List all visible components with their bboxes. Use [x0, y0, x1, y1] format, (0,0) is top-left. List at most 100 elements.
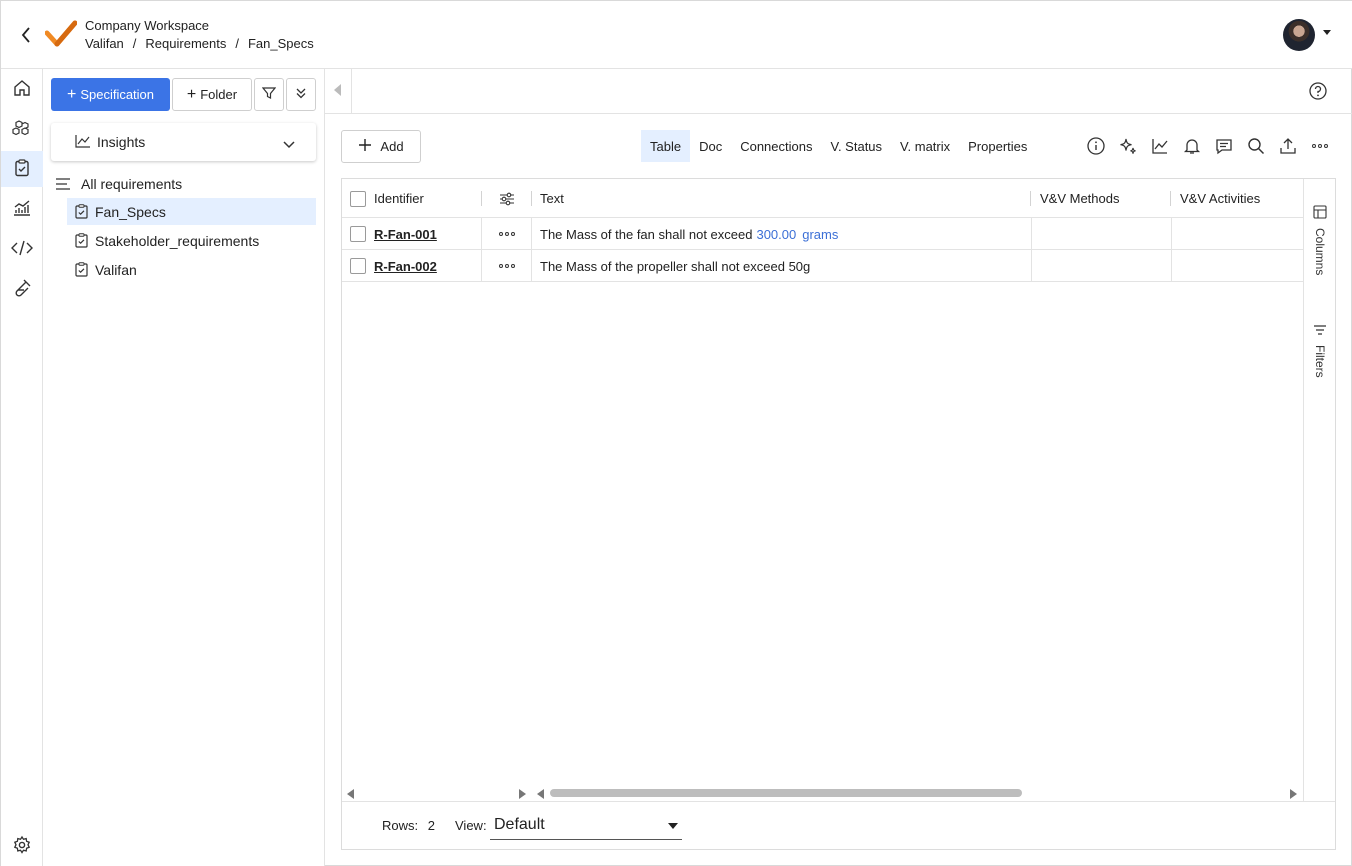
scroll-left-icon[interactable] — [347, 789, 354, 799]
breadcrumb-valifan[interactable]: Valifan — [85, 36, 124, 51]
filter-icon — [261, 86, 277, 103]
left-rail — [1, 69, 43, 866]
breadcrumb-requirements[interactable]: Requirements — [145, 36, 226, 51]
add-label: Add — [380, 139, 404, 154]
row-count: Rows: 2 — [382, 818, 435, 833]
sidebar-item-label: Valifan — [95, 261, 137, 278]
row-checkbox[interactable] — [350, 250, 366, 282]
columns-panel-button[interactable]: Columns — [1304, 205, 1336, 275]
view-select-value: Default — [494, 815, 545, 833]
code-icon — [11, 238, 33, 261]
column-settings-icon[interactable] — [499, 179, 515, 218]
workspace-name: Company Workspace — [85, 18, 210, 33]
column-header-vv-methods[interactable]: V&V Methods — [1040, 179, 1120, 218]
new-specification-button[interactable]: + Specification — [51, 78, 170, 111]
column-resize-handle[interactable] — [531, 191, 532, 206]
requirement-id-link[interactable]: R-Fan-001 — [374, 227, 437, 242]
view-select[interactable]: Default — [490, 810, 682, 840]
column-header-identifier[interactable]: Identifier — [374, 179, 424, 218]
bell-icon[interactable] — [1181, 135, 1203, 157]
sparkle-icon[interactable] — [1117, 135, 1139, 157]
table-footer: Rows: 2 View: Default — [342, 801, 1335, 849]
parameter-unit[interactable]: grams — [802, 227, 838, 242]
rail-home[interactable] — [1, 71, 43, 107]
row-checkbox[interactable] — [350, 218, 366, 250]
tab-v-status[interactable]: V. Status — [821, 130, 891, 162]
expand-all-button[interactable] — [286, 78, 316, 111]
cell-divider — [481, 250, 482, 282]
view-tabs: Table Doc Connections V. Status V. matri… — [641, 130, 1036, 162]
rows-count: 2 — [427, 818, 435, 833]
settings-icon — [12, 835, 32, 858]
sidebar-item-stakeholder-requirements[interactable]: Stakeholder_requirements — [67, 227, 316, 254]
sidebar-item-valifan[interactable]: Valifan — [67, 256, 316, 283]
column-resize-handle[interactable] — [1170, 191, 1171, 206]
add-requirement-button[interactable]: Add — [341, 130, 421, 163]
all-requirements-item[interactable]: All requirements — [55, 173, 182, 195]
rail-requirements[interactable] — [1, 151, 43, 187]
row-actions-button[interactable] — [499, 218, 515, 250]
info-icon[interactable] — [1085, 135, 1107, 157]
more-icon[interactable] — [1309, 135, 1331, 157]
insights-panel-toggle[interactable]: Insights — [51, 123, 316, 161]
clipboard-check-icon — [12, 158, 32, 181]
trend-chart-icon[interactable] — [1149, 135, 1171, 157]
all-requirements-label: All requirements — [81, 176, 183, 192]
help-icon[interactable] — [1307, 80, 1329, 102]
cell-divider — [481, 218, 482, 250]
collapse-sidebar-button[interactable] — [325, 69, 352, 113]
clipboard-check-icon — [75, 262, 88, 277]
new-folder-button[interactable]: + Folder — [172, 78, 252, 111]
sidebar: + Specification + Folder Insights All re… — [43, 69, 325, 866]
tab-doc[interactable]: Doc — [690, 130, 731, 162]
parameter-value[interactable]: 300.00 — [756, 227, 796, 242]
caret-left-icon — [334, 83, 342, 99]
comment-icon[interactable] — [1213, 135, 1235, 157]
requirement-id-link[interactable]: R-Fan-002 — [374, 259, 437, 274]
tab-v-matrix[interactable]: V. matrix — [891, 130, 959, 162]
caret-down-icon[interactable] — [1323, 30, 1331, 35]
column-resize-handle[interactable] — [1030, 191, 1031, 206]
table-row[interactable]: R-Fan-002 The Mass of the propeller shal… — [342, 250, 1303, 282]
row-actions-button[interactable] — [499, 250, 515, 282]
requirement-text[interactable]: The Mass of the propeller shall not exce… — [540, 250, 810, 282]
rail-settings[interactable] — [1, 828, 43, 864]
rail-analytics[interactable] — [1, 191, 43, 227]
double-chevron-down-icon — [294, 86, 308, 103]
scroll-left-icon[interactable] — [537, 789, 544, 799]
more-icon — [499, 264, 515, 268]
export-icon[interactable] — [1277, 135, 1299, 157]
rail-tests[interactable] — [1, 271, 43, 307]
select-all-checkbox[interactable] — [350, 179, 366, 218]
sidebar-item-fan-specs[interactable]: Fan_Specs — [67, 198, 316, 225]
tab-connections[interactable]: Connections — [731, 130, 821, 162]
rail-products[interactable] — [1, 111, 43, 147]
more-icon — [499, 232, 515, 236]
back-icon[interactable] — [15, 23, 37, 47]
clipboard-check-icon — [75, 233, 88, 248]
filter-button[interactable] — [254, 78, 284, 111]
breadcrumb-fan-specs[interactable]: Fan_Specs — [248, 36, 314, 51]
table-side-panel: Columns Filters — [1303, 179, 1335, 801]
requirements-table: Identifier Text V&V Methods V&V Activiti… — [341, 178, 1336, 850]
column-header-vv-activities[interactable]: V&V Activities — [1180, 179, 1260, 218]
rail-code[interactable] — [1, 231, 43, 267]
search-icon[interactable] — [1245, 135, 1267, 157]
column-resize-handle[interactable] — [481, 191, 482, 206]
tab-properties[interactable]: Properties — [959, 130, 1036, 162]
avatar[interactable] — [1283, 19, 1315, 51]
requirement-text[interactable]: The Mass of the fan shall not exceed 300… — [540, 218, 838, 250]
test-tube-icon — [12, 278, 32, 301]
column-header-text[interactable]: Text — [540, 179, 564, 218]
new-folder-label: Folder — [200, 87, 238, 102]
cell-divider — [1171, 250, 1172, 282]
breadcrumb-separator: / — [235, 36, 239, 51]
horizontal-scrollbar[interactable] — [342, 785, 1303, 801]
scroll-right-icon[interactable] — [519, 789, 526, 799]
scrollbar-thumb[interactable] — [550, 789, 1022, 797]
scroll-right-icon[interactable] — [1290, 789, 1297, 799]
table-row[interactable]: R-Fan-001 The Mass of the fan shall not … — [342, 218, 1303, 250]
filters-panel-button[interactable]: Filters — [1304, 324, 1336, 378]
rows-label: Rows: — [382, 818, 419, 833]
tab-table[interactable]: Table — [641, 130, 691, 162]
